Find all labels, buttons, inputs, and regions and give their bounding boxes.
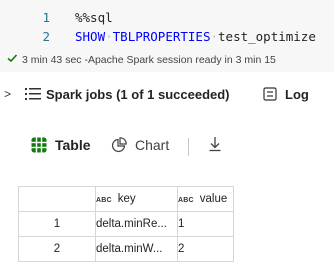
spark-jobs-icon xyxy=(25,88,41,100)
table-row[interactable]: 1 delta.minRe... 1 xyxy=(18,211,234,237)
tab-divider xyxy=(188,138,189,156)
cell-key[interactable]: delta.minW... xyxy=(95,236,178,262)
row-index: 1 xyxy=(18,211,96,237)
tab-table-label: Table xyxy=(55,137,91,153)
line-number: 2 xyxy=(42,29,50,44)
column-header-value[interactable]: ABC value xyxy=(177,186,234,212)
sql-keyword: TBLPROPERTIES xyxy=(112,29,211,44)
spark-jobs-bar: > Spark jobs (1 of 1 succeeded) Log xyxy=(0,84,334,106)
spark-jobs-label[interactable]: Spark jobs (1 of 1 succeeded) xyxy=(46,87,230,102)
code-text: SHOW·TBLPROPERTIES·test_optimize xyxy=(75,29,316,44)
table-icon xyxy=(31,137,47,153)
column-header-label: value xyxy=(199,193,228,205)
code-editor[interactable]: 1 %%sql 2 SHOW·TBLPROPERTIES·test_optimi… xyxy=(0,0,334,72)
code-line-2[interactable]: 2 SHOW·TBLPROPERTIES·test_optimize xyxy=(0,29,334,47)
results-table: ABC key ABC value 1 delta.minRe... 1 2 del… xyxy=(18,186,234,262)
cell-value[interactable]: 1 xyxy=(177,211,234,237)
chevron-right-icon[interactable]: > xyxy=(4,87,11,101)
cell-value[interactable]: 2 xyxy=(177,236,234,262)
log-icon xyxy=(263,87,277,101)
code-text: %%sql xyxy=(75,10,113,25)
tab-chart[interactable]: Chart xyxy=(111,134,169,156)
table-header-row: ABC key ABC value xyxy=(18,186,234,212)
column-header-label: key xyxy=(117,193,136,205)
sql-keyword: SHOW xyxy=(75,29,106,44)
output-view-tabs: Table Chart xyxy=(0,130,334,160)
sql-identifier: test_optimize xyxy=(218,29,316,44)
code-line-1[interactable]: 1 %%sql xyxy=(0,10,334,28)
download-icon[interactable] xyxy=(208,136,222,152)
column-header-key[interactable]: ABC key xyxy=(95,186,178,212)
line-number: 1 xyxy=(42,10,50,25)
tab-table[interactable]: Table xyxy=(31,134,91,156)
pie-chart-icon xyxy=(111,137,127,153)
execution-status: 3 min 43 sec -Apache Spark session ready… xyxy=(0,50,334,70)
log-label[interactable]: Log xyxy=(285,87,309,102)
string-type-icon: ABC xyxy=(178,197,194,204)
tab-chart-label: Chart xyxy=(135,137,170,153)
cell-key[interactable]: delta.minRe... xyxy=(95,211,178,237)
whitespace-marker: · xyxy=(210,29,219,44)
table-row[interactable]: 2 delta.minW... 2 xyxy=(18,236,234,262)
check-icon xyxy=(7,54,18,63)
whitespace-marker: · xyxy=(105,29,113,44)
string-type-icon: ABC xyxy=(96,197,112,204)
row-index-header xyxy=(18,186,96,212)
status-text: 3 min 43 sec -Apache Spark session ready… xyxy=(22,54,276,66)
row-index: 2 xyxy=(18,236,96,262)
